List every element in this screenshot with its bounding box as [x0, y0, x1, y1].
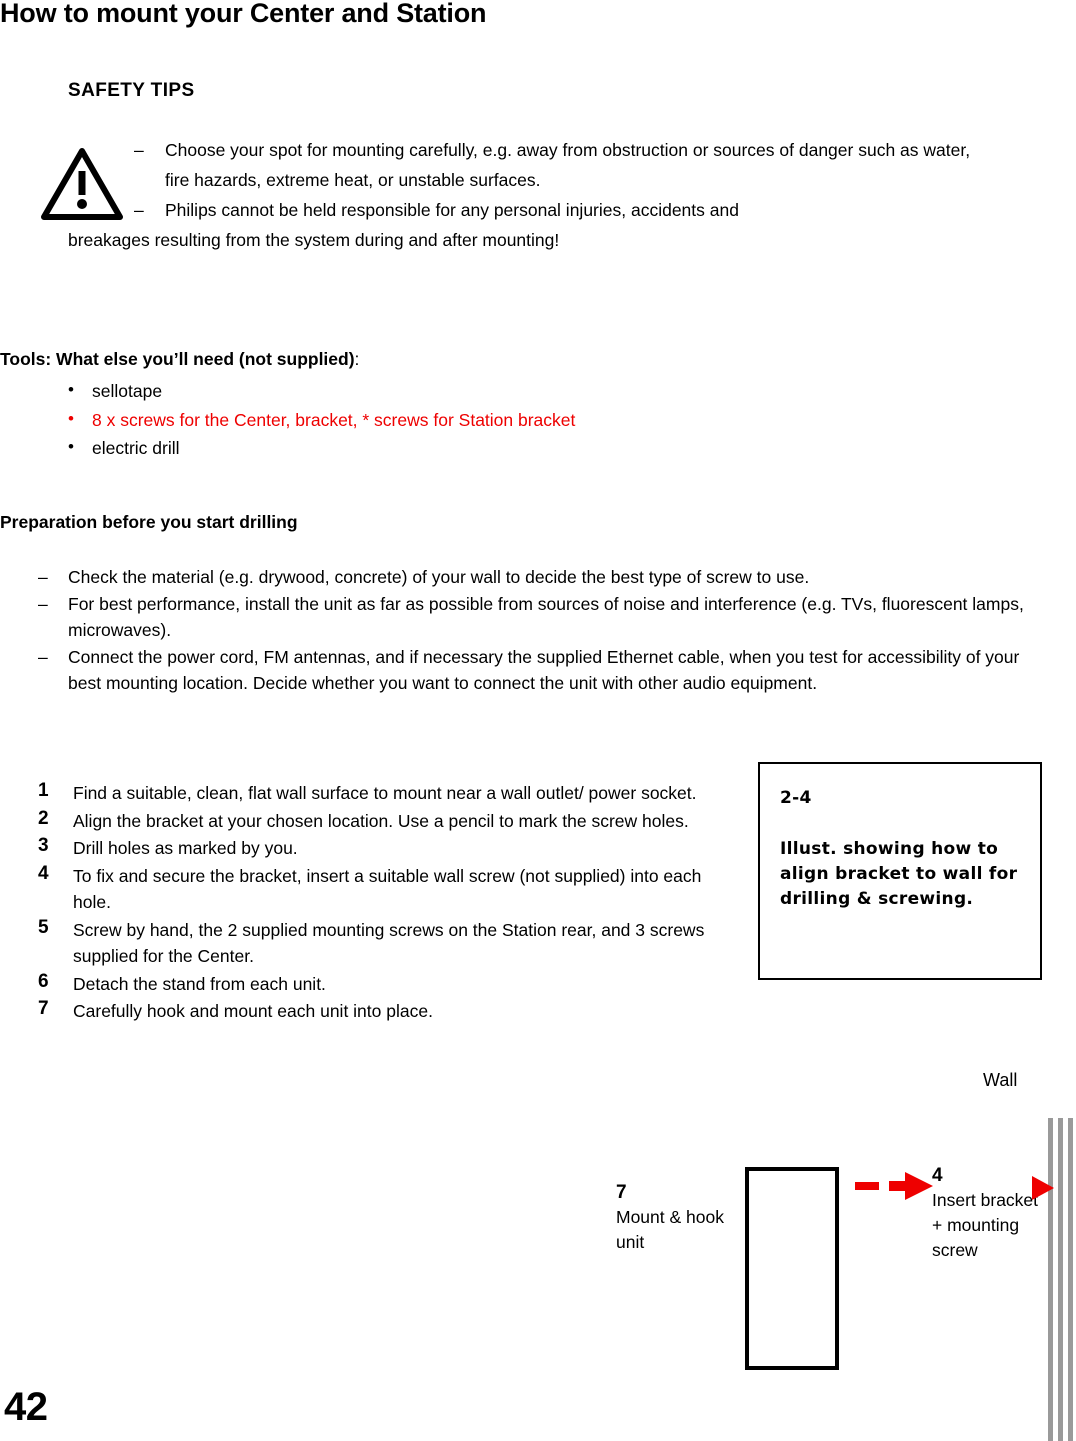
wall-graphic: [1048, 1118, 1076, 1441]
step-item: 1 Find a suitable, clean, flat wall surf…: [38, 780, 738, 807]
tools-heading-colon: :: [354, 349, 360, 369]
dash-bullet: –: [38, 567, 48, 587]
preparation-list: – Check the material (e.g. drywood, conc…: [0, 564, 1030, 697]
mount-hook-label: 7 Mount & hook unit: [616, 1180, 736, 1255]
dash-bullet: –: [38, 593, 48, 614]
wall-bar: [1058, 1118, 1063, 1441]
step-item: 2 Align the bracket at your chosen locat…: [38, 808, 738, 835]
page-title: How to mount your Center and Station: [0, 0, 487, 28]
bullet-icon: •: [68, 380, 74, 399]
tools-item-text: electric drill: [92, 438, 180, 458]
preparation-item-text: Connect the power cord, FM antennas, and…: [68, 646, 1020, 694]
step-number: 7: [38, 998, 49, 1019]
tools-heading: Tools: What else you’ll need (not suppli…: [0, 349, 359, 370]
illustration-code: 2-4: [780, 788, 812, 808]
step-text: Screw by hand, the 2 supplied mounting s…: [73, 919, 705, 967]
red-arrow-right-icon: [889, 1170, 933, 1202]
safety-item: – Philips cannot be held responsible for…: [68, 195, 988, 225]
step-text: Drill holes as marked by you.: [73, 838, 298, 858]
safety-tips-heading: SAFETY TIPS: [68, 80, 195, 101]
bullet-icon: •: [68, 437, 74, 456]
wall-bar: [1048, 1118, 1053, 1441]
tools-list-item: • sellotape: [0, 377, 900, 406]
mount-step-text: Mount & hook unit: [616, 1207, 724, 1252]
illustration-description: Illust. showing how to align bracket to …: [780, 839, 1018, 909]
bullet-icon: •: [68, 408, 74, 428]
tools-list-item: • electric drill: [0, 434, 900, 463]
step-item: 5 Screw by hand, the 2 supplied mounting…: [38, 917, 738, 970]
preparation-list-item: – Connect the power cord, FM antennas, a…: [0, 644, 1030, 697]
safety-item-text: Philips cannot be held responsible for a…: [165, 200, 739, 220]
wall-bar: [1068, 1118, 1073, 1441]
insert-bracket-label: 4 Insert bracket + mounting screw: [932, 1163, 1042, 1263]
tools-item-text: 8 x screws for the Center, bracket, * sc…: [92, 409, 576, 430]
unit-rectangle-shape: [745, 1167, 839, 1370]
step-number: 4: [38, 862, 49, 884]
step-number: 2: [38, 807, 49, 829]
safety-item-continuation: breakages resulting from the system duri…: [68, 230, 560, 250]
page-number: 42: [4, 1385, 48, 1429]
mounting-steps-list: 1 Find a suitable, clean, flat wall surf…: [38, 780, 738, 1026]
step-item: 7 Carefully hook and mount each unit int…: [38, 998, 738, 1025]
step-number: 1: [38, 780, 49, 801]
insert-step-number: 4: [932, 1165, 943, 1186]
illustration-placeholder-box: 2-4 Illust. showing how to align bracket…: [758, 762, 1042, 980]
preparation-item-text: Check the material (e.g. drywood, concre…: [68, 567, 810, 587]
safety-item-text: Choose your spot for mounting carefully,…: [165, 140, 971, 190]
step-number: 3: [38, 835, 49, 856]
step-item: 6 Detach the stand from each unit.: [38, 971, 738, 998]
step-text: Detach the stand from each unit.: [73, 973, 326, 994]
illustration-box-content: 2-4 Illust. showing how to align bracket…: [780, 786, 1032, 912]
step-item: 3 Drill holes as marked by you.: [38, 835, 738, 862]
tools-list-item: • 8 x screws for the Center, bracket, * …: [0, 406, 900, 435]
tools-list: • sellotape • 8 x screws for the Center,…: [0, 377, 900, 463]
step-item: 4 To fix and secure the bracket, insert …: [38, 863, 738, 916]
dash-bullet: –: [134, 140, 144, 160]
step-number: 6: [38, 970, 49, 992]
safety-tips-list: – Choose your spot for mounting carefull…: [68, 135, 988, 255]
step-text: Carefully hook and mount each unit into …: [73, 1001, 433, 1021]
step-number: 5: [38, 916, 49, 938]
preparation-heading: Preparation before you start drilling: [0, 512, 298, 532]
tools-heading-bold: Tools: What else you’ll need (not suppli…: [0, 349, 355, 369]
tools-item-text: sellotape: [92, 381, 163, 401]
insert-step-text: Insert bracket + mounting screw: [932, 1190, 1039, 1260]
red-dash-marker: [855, 1182, 879, 1190]
mount-step-number: 7: [616, 1182, 627, 1203]
step-text: Find a suitable, clean, flat wall surfac…: [73, 783, 697, 803]
step-text: Align the bracket at your chosen locatio…: [73, 810, 689, 831]
dash-bullet: –: [38, 646, 48, 667]
document-page: How to mount your Center and Station SAF…: [0, 0, 1076, 1441]
preparation-item-text: For best performance, install the unit a…: [68, 593, 1024, 641]
safety-item: – Choose your spot for mounting carefull…: [68, 135, 988, 195]
red-arrow-wall-icon: [1032, 1176, 1054, 1200]
step-text: To fix and secure the bracket, insert a …: [73, 865, 702, 913]
wall-label: Wall: [983, 1070, 1018, 1090]
dash-bullet: –: [134, 200, 144, 220]
preparation-list-item: – For best performance, install the unit…: [0, 591, 1030, 644]
preparation-list-item: – Check the material (e.g. drywood, conc…: [0, 564, 1030, 591]
